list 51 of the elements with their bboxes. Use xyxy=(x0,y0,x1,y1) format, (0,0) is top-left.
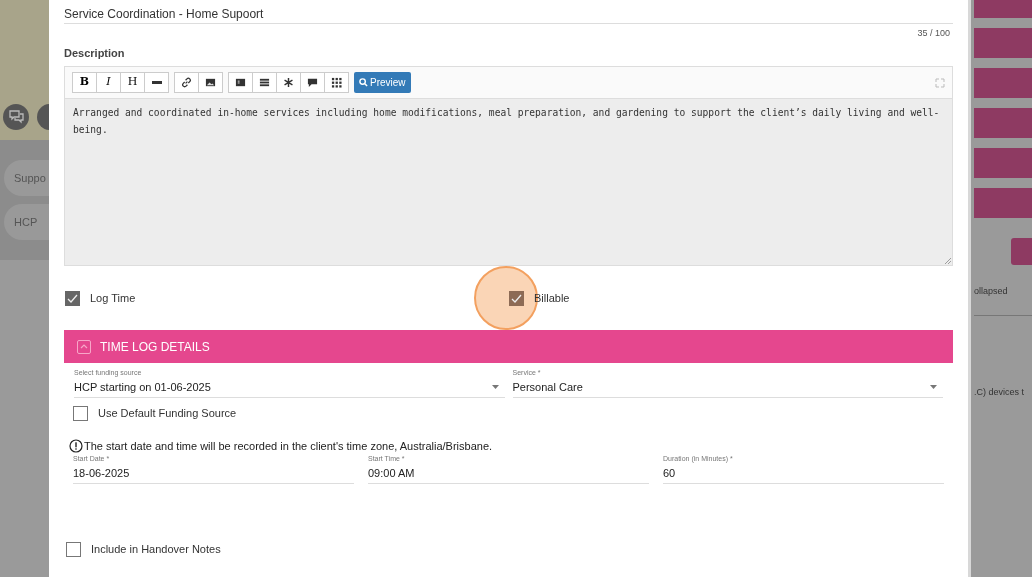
toolbar-button[interactable]: B xyxy=(72,72,97,93)
info-icon xyxy=(69,438,83,453)
checkbox-label: Use Default Funding Source xyxy=(98,406,237,421)
menu-bar xyxy=(974,68,1032,98)
list-text: .C) devices t xyxy=(974,385,1025,399)
toolbar-button[interactable] xyxy=(300,72,325,93)
asterisk-icon xyxy=(283,77,294,88)
toolbar-button[interactable] xyxy=(228,72,253,93)
checkbox[interactable] xyxy=(65,290,80,306)
checkbox-label: Include in Handover Notes xyxy=(91,542,221,557)
chevron-icon xyxy=(80,344,88,349)
timezone-notice: The start date and time will be recorded in the client's time zone, Australia/Brisbane. xyxy=(84,438,493,454)
horizontal-rule-icon xyxy=(151,81,162,84)
menu-bar xyxy=(974,188,1032,218)
toolbar-button[interactable]: H xyxy=(120,72,145,93)
toolbar-button[interactable] xyxy=(144,72,169,93)
toolbar-button[interactable] xyxy=(252,72,277,93)
chat-button[interactable] xyxy=(3,104,29,130)
toolbar-button[interactable] xyxy=(198,72,223,93)
description-textarea[interactable]: Arranged and coordinated in-home services including home modifications, meal preparation, and gardening to support the client’s daily living and well-being. xyxy=(64,99,953,266)
checkbox-label: Log Time xyxy=(90,290,136,306)
checkbox[interactable] xyxy=(73,405,88,421)
toolbar-button[interactable] xyxy=(174,72,199,93)
menu-bar xyxy=(974,148,1032,178)
character-counter: 35 / 100 xyxy=(917,27,950,40)
comment-icon xyxy=(307,77,318,88)
checkbox[interactable] xyxy=(66,541,81,557)
link-icon xyxy=(181,77,192,88)
preview-button[interactable]: Preview xyxy=(354,72,411,93)
section-title: TIME LOG DETAILS xyxy=(100,338,210,356)
block-icon xyxy=(235,77,246,88)
dropdown-arrow-icon xyxy=(930,385,937,389)
menu-bar xyxy=(974,108,1032,138)
checkmark-icon xyxy=(511,293,522,303)
title-field[interactable]: Service Coordination - Home Supoort xyxy=(64,4,953,24)
chat-icon xyxy=(8,110,24,124)
checkbox[interactable] xyxy=(509,290,524,306)
section-header[interactable]: TIME LOG DETAILS xyxy=(64,330,953,363)
dropdown-arrow-icon xyxy=(491,385,499,389)
resize-handle-icon[interactable] xyxy=(944,257,951,264)
list-icon xyxy=(259,77,270,88)
menu-bar xyxy=(974,28,1032,58)
toolbar-button[interactable] xyxy=(276,72,301,93)
image-icon xyxy=(205,77,216,88)
grid-icon xyxy=(331,77,342,88)
checkmark-icon xyxy=(67,293,78,303)
description-label: Description xyxy=(64,45,126,61)
toolbar-button[interactable]: I xyxy=(96,72,121,93)
status-text: ollapsed xyxy=(974,285,1009,298)
search-icon xyxy=(359,78,368,87)
toolbar-button[interactable] xyxy=(324,72,349,93)
